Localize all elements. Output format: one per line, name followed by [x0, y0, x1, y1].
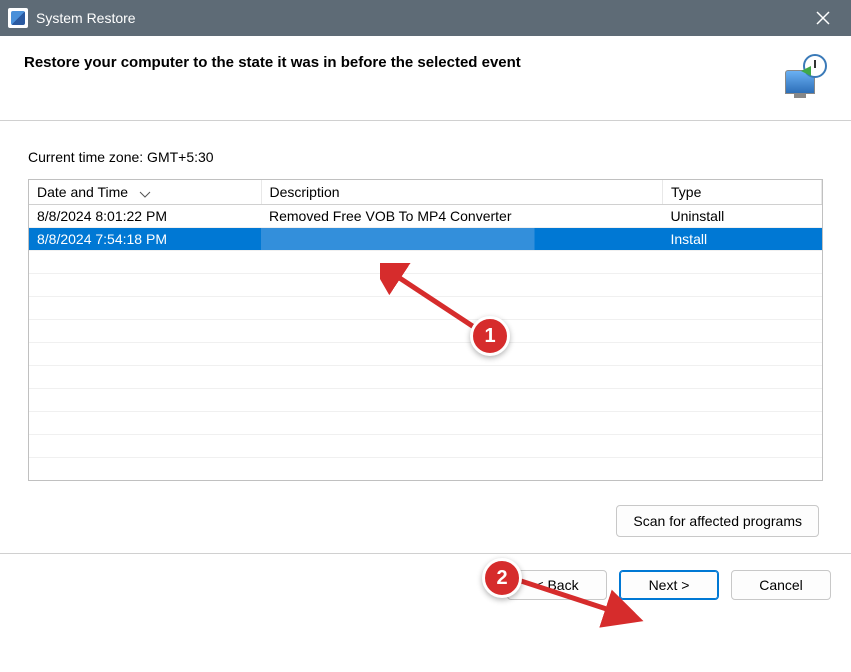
cell-datetime: 8/8/2024 7:54:18 PM	[29, 228, 261, 251]
cell-empty	[663, 435, 822, 458]
cell-empty	[261, 412, 663, 435]
cell-datetime: 8/8/2024 8:01:22 PM	[29, 205, 261, 228]
column-datetime-label: Date and Time	[37, 184, 128, 200]
titlebar: System Restore	[0, 0, 851, 36]
table-header-row: Date and Time Description Type	[29, 180, 822, 205]
cell-type: Uninstall	[663, 205, 822, 228]
cell-empty	[29, 251, 261, 274]
restore-icon	[785, 54, 827, 96]
cell-empty	[261, 343, 663, 366]
scan-affected-button[interactable]: Scan for affected programs	[616, 505, 819, 537]
table-row	[29, 320, 822, 343]
cell-empty	[29, 435, 261, 458]
table-row	[29, 297, 822, 320]
page-title: Restore your computer to the state it wa…	[24, 54, 769, 71]
table-row	[29, 389, 822, 412]
cell-empty	[663, 251, 822, 274]
cell-empty	[663, 274, 822, 297]
cell-empty	[29, 458, 261, 481]
cell-empty	[261, 435, 663, 458]
table-row	[29, 274, 822, 297]
table-row	[29, 343, 822, 366]
cell-description	[261, 228, 663, 251]
close-button[interactable]	[803, 0, 843, 36]
table-row[interactable]: 8/8/2024 7:54:18 PM Install	[29, 228, 822, 251]
cell-empty	[663, 343, 822, 366]
close-icon	[816, 11, 830, 25]
content: Current time zone: GMT+5:30 Date and Tim…	[0, 121, 851, 553]
cell-empty	[261, 389, 663, 412]
column-description[interactable]: Description	[261, 180, 663, 205]
cancel-button[interactable]: Cancel	[731, 570, 831, 600]
cell-description: Removed Free VOB To MP4 Converter	[261, 205, 663, 228]
cell-empty	[29, 320, 261, 343]
restore-points-table: Date and Time Description Type 8/8/2024 …	[28, 179, 823, 481]
cell-empty	[261, 320, 663, 343]
cell-empty	[663, 458, 822, 481]
cell-empty	[663, 366, 822, 389]
table-row	[29, 435, 822, 458]
cell-empty	[261, 297, 663, 320]
column-datetime[interactable]: Date and Time	[29, 180, 261, 205]
window-title: System Restore	[36, 10, 803, 26]
cell-empty	[663, 412, 822, 435]
cell-empty	[29, 297, 261, 320]
cell-empty	[29, 274, 261, 297]
cell-empty	[29, 412, 261, 435]
cell-empty	[663, 320, 822, 343]
cell-empty	[261, 251, 663, 274]
scan-row: Scan for affected programs	[28, 505, 819, 537]
back-button[interactable]: < Back	[507, 570, 607, 600]
cell-empty	[29, 389, 261, 412]
cell-empty	[261, 458, 663, 481]
cell-empty	[261, 274, 663, 297]
next-button[interactable]: Next >	[619, 570, 719, 600]
table-row	[29, 458, 822, 481]
cell-empty	[663, 389, 822, 412]
header: Restore your computer to the state it wa…	[0, 36, 851, 121]
table-row	[29, 366, 822, 389]
table-row[interactable]: 8/8/2024 8:01:22 PMRemoved Free VOB To M…	[29, 205, 822, 228]
timezone-label: Current time zone: GMT+5:30	[28, 149, 823, 165]
table-row	[29, 412, 822, 435]
cell-empty	[261, 366, 663, 389]
cell-type: Install	[663, 228, 822, 251]
column-type[interactable]: Type	[663, 180, 822, 205]
cell-empty	[663, 297, 822, 320]
cell-empty	[29, 343, 261, 366]
cell-empty	[29, 366, 261, 389]
table-row	[29, 251, 822, 274]
app-icon	[8, 8, 28, 28]
chevron-down-icon	[139, 186, 151, 202]
footer: < Back Next > Cancel	[0, 553, 851, 616]
